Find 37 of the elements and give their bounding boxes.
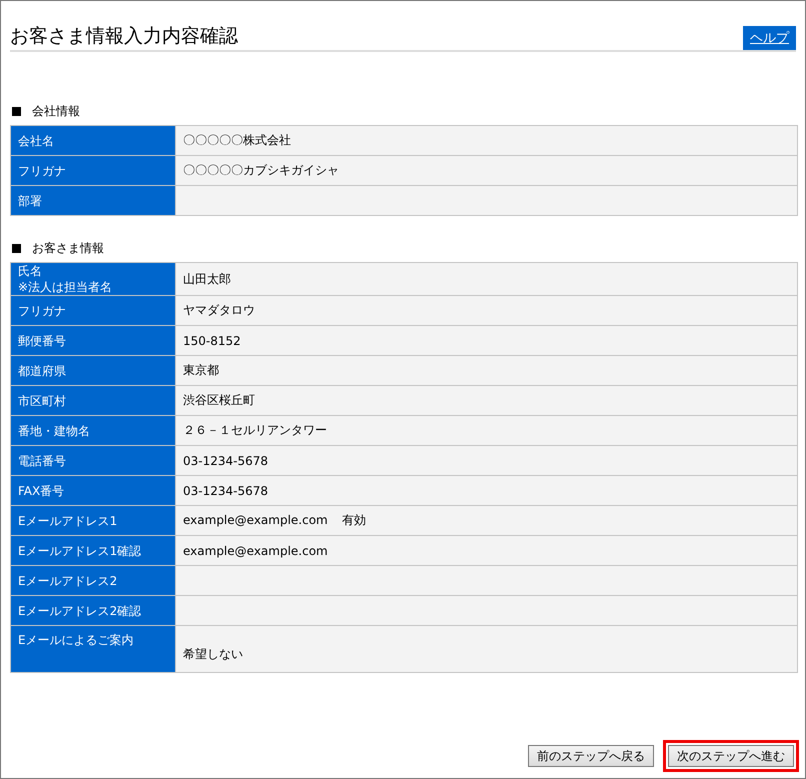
field-value: example@example.com bbox=[183, 513, 328, 527]
field-label: フリガナ bbox=[10, 156, 176, 186]
field-label: 電話番号 bbox=[10, 446, 176, 476]
field-label: 郵便番号 bbox=[10, 326, 176, 356]
field-value: ヤマダタロウ bbox=[183, 303, 255, 317]
page-title: お客さま情報入力内容確認 bbox=[10, 24, 238, 49]
field-value: 山田太郎 bbox=[183, 272, 231, 286]
field-label: Eメールによるご案内 bbox=[10, 626, 176, 672]
section-heading: お客さま情報 bbox=[32, 240, 104, 256]
field-label: Eメールアドレス1確認 bbox=[10, 536, 176, 566]
field-label: Eメールアドレス2確認 bbox=[10, 596, 176, 626]
help-link[interactable]: ヘルプ bbox=[743, 26, 796, 50]
field-label: 部署 bbox=[10, 186, 176, 216]
section-heading: 会社情報 bbox=[32, 102, 80, 120]
field-label: 会社名 bbox=[10, 126, 176, 156]
field-value: 渋谷区桜丘町 bbox=[183, 393, 255, 407]
field-value: ２６－１セルリアンタワー bbox=[183, 423, 327, 437]
field-label: 市区町村 bbox=[10, 386, 176, 416]
field-label: 番地・建物名 bbox=[10, 416, 176, 446]
field-value: 〇〇〇〇〇カブシキガイシャ bbox=[183, 163, 339, 177]
field-label: 都道府県 bbox=[10, 356, 176, 386]
square-icon bbox=[12, 244, 21, 252]
field-label: Eメールアドレス1 bbox=[10, 506, 176, 536]
field-value: 03-1234-5678 bbox=[183, 484, 268, 498]
field-value: 03-1234-5678 bbox=[183, 454, 268, 468]
field-label: FAX番号 bbox=[10, 476, 176, 506]
status-text: 有効 bbox=[342, 513, 366, 527]
next-button[interactable]: 次のステップへ進む bbox=[663, 740, 799, 772]
field-label: Eメールアドレス2 bbox=[10, 566, 176, 596]
field-value: 東京都 bbox=[183, 363, 219, 377]
field-value: 希望しない bbox=[183, 646, 243, 660]
field-label: 氏名 ※法人は担当者名 bbox=[10, 262, 176, 296]
square-icon bbox=[12, 106, 21, 116]
field-value: 150-8152 bbox=[183, 334, 241, 348]
field-label: フリガナ bbox=[10, 296, 176, 326]
field-value: example@example.com bbox=[183, 544, 328, 558]
field-value: 〇〇〇〇〇株式会社 bbox=[183, 133, 291, 147]
